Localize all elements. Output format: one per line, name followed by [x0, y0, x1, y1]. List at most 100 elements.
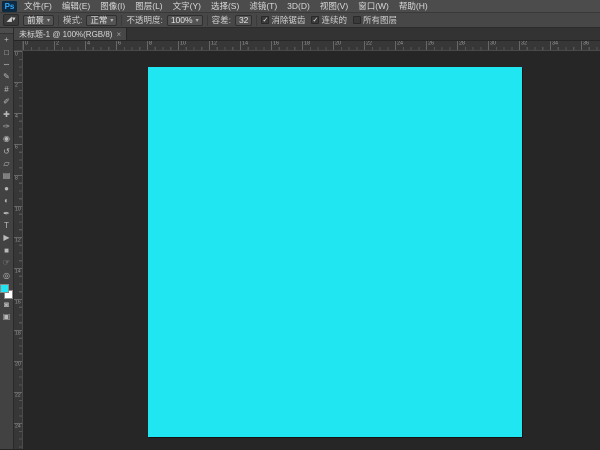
- ruler-number: 14: [242, 41, 249, 47]
- ruler-number: 16: [15, 300, 21, 306]
- quick-mask-button[interactable]: ◙: [0, 299, 13, 311]
- crop-tool-icon[interactable]: #: [0, 84, 13, 96]
- dodge-tool-icon[interactable]: ◐: [0, 195, 13, 207]
- ruler-number: 6: [15, 145, 18, 151]
- blend-mode-select[interactable]: 正常 ▾: [86, 14, 118, 26]
- tolerance-label: 容差:: [211, 15, 231, 25]
- fill-source-select[interactable]: 前景 ▾: [23, 14, 55, 26]
- type-tool-icon[interactable]: T: [0, 220, 13, 232]
- opacity-value: 100%: [170, 15, 193, 25]
- menu-item[interactable]: 编辑(E): [57, 0, 95, 13]
- tolerance-value: 32: [238, 15, 249, 25]
- ruler-number: 8: [15, 176, 18, 182]
- ruler-number: 12: [15, 238, 21, 244]
- ruler-number: 8: [149, 41, 153, 47]
- ruler-corner[interactable]: [14, 41, 23, 51]
- option-checkbox[interactable]: ✓ 连续的: [311, 14, 347, 26]
- document-tab[interactable]: 未标题-1 @ 100%(RGB/8) ×: [14, 28, 128, 40]
- horizontal-ruler[interactable]: 0 2 4 6 8 10 12 14 16 18 20 22 24 26 28 30 32 34 36: [23, 41, 600, 51]
- menu-item[interactable]: 文件(F): [19, 0, 57, 13]
- ruler-number: 10: [15, 207, 21, 213]
- separator: [256, 14, 258, 26]
- document-column: 未标题-1 @ 100%(RGB/8) × 0 2 4 6 8 10 12 14 16 18 20 2…: [14, 28, 600, 449]
- rectangle-tool-icon[interactable]: ■: [0, 245, 13, 257]
- ruler-number: 6: [118, 41, 122, 47]
- document-tab-bar: 未标题-1 @ 100%(RGB/8) ×: [14, 28, 600, 41]
- menu-item[interactable]: 图像(I): [95, 0, 130, 13]
- option-checkbox[interactable]: 所有图层: [352, 14, 397, 26]
- clone-stamp-tool-icon[interactable]: ◉: [0, 133, 13, 145]
- tool-list: + □ ∽ ✎ # ✐ ✚ ✑ ◉ ↺ ▱ ▤ ● ◐ ✒ T ▶ ■ ☞ ◎: [0, 34, 13, 282]
- chevron-down-icon: ▾: [47, 17, 51, 24]
- checkbox-label: 消除锯齿: [271, 15, 306, 25]
- ruler-number: 20: [335, 41, 342, 47]
- move-tool-icon[interactable]: +: [0, 34, 13, 46]
- ruler-number: 22: [15, 393, 21, 399]
- rectangular-marquee-tool-icon[interactable]: □: [0, 46, 13, 58]
- path-selection-tool-icon[interactable]: ▶: [0, 232, 13, 244]
- ruler-major-ticks: [23, 41, 600, 50]
- hand-tool-icon[interactable]: ☞: [0, 257, 13, 269]
- brush-tool-icon[interactable]: ✑: [0, 121, 13, 133]
- opacity-select[interactable]: 100% ▾: [166, 14, 203, 26]
- ruler-number: 10: [180, 41, 187, 47]
- ruler-number: 18: [15, 331, 21, 337]
- menu-items: 文件(F) 编辑(E) 图像(I) 图层(L) 文字(Y) 选择(S) 滤镜(T) 3D(D)…: [19, 0, 433, 13]
- history-brush-tool-icon[interactable]: ↺: [0, 146, 13, 158]
- quick-selection-tool-icon[interactable]: ✎: [0, 71, 13, 83]
- checkbox-checked-icon[interactable]: ✓: [261, 16, 270, 24]
- option-checkboxes: ✓ 消除锯齿 ✓ 连续的 所有图层: [261, 14, 397, 26]
- menu-item[interactable]: 文字(Y): [168, 0, 206, 13]
- checkbox-unchecked-icon[interactable]: [352, 16, 361, 24]
- checkbox-label: 所有图层: [362, 15, 397, 25]
- menu-item[interactable]: 图层(L): [130, 0, 167, 13]
- ruler-number: 36: [583, 41, 590, 47]
- close-icon[interactable]: ×: [116, 30, 121, 39]
- menu-item[interactable]: 选择(S): [206, 0, 244, 13]
- chevron-down-icon: ▾: [110, 17, 114, 24]
- menu-bar: Ps 文件(F) 编辑(E) 图像(I) 图层(L) 文字(Y) 选择(S) 滤镜(T) 3D…: [0, 0, 600, 13]
- menu-item[interactable]: 帮助(H): [394, 0, 433, 13]
- ruler-number: 22: [366, 41, 373, 47]
- zoom-tool-icon[interactable]: ◎: [0, 269, 13, 281]
- vertical-ruler[interactable]: 0 2 4 6 8 10 12 14 16 18 20 22 24: [14, 51, 23, 449]
- foreground-color-swatch[interactable]: [0, 283, 9, 293]
- menu-item[interactable]: 3D(D): [282, 0, 315, 13]
- option-checkbox[interactable]: ✓ 消除锯齿: [261, 14, 305, 26]
- lasso-tool-icon[interactable]: ∽: [0, 59, 13, 71]
- menu-item[interactable]: 视图(V): [315, 0, 353, 13]
- separator: [206, 14, 208, 26]
- pen-tool-icon[interactable]: ✒: [0, 207, 13, 219]
- document-tab-title: 未标题-1 @ 100%(RGB/8): [19, 29, 113, 39]
- tool-preset-arrow-icon: ▾: [11, 16, 16, 23]
- canvas[interactable]: [148, 67, 522, 437]
- ruler-major-ticks: [14, 51, 22, 449]
- gradient-tool-icon[interactable]: ▤: [0, 170, 13, 182]
- tools-panel: + □ ∽ ✎ # ✐ ✚ ✑ ◉ ↺ ▱ ▤ ● ◐ ✒ T ▶ ■ ☞ ◎ ◙ ▣: [0, 28, 14, 449]
- ruler-number: 24: [397, 41, 404, 47]
- tolerance-input[interactable]: 32: [234, 14, 253, 26]
- ruler-number: 2: [56, 41, 60, 47]
- menu-item[interactable]: 滤镜(T): [244, 0, 282, 13]
- ruler-number: 4: [87, 41, 91, 47]
- spot-healing-brush-tool-icon[interactable]: ✚: [0, 108, 13, 120]
- pasteboard[interactable]: [23, 51, 600, 449]
- blur-tool-icon[interactable]: ●: [0, 183, 13, 195]
- ruler-number: 32: [521, 41, 528, 47]
- workspace: + □ ∽ ✎ # ✐ ✚ ✑ ◉ ↺ ▱ ▤ ● ◐ ✒ T ▶ ■ ☞ ◎ ◙ ▣ 未标题-1 @ 100%(RG…: [0, 28, 600, 449]
- color-swatches: [0, 283, 13, 299]
- eyedropper-tool-icon[interactable]: ✐: [0, 96, 13, 108]
- checkbox-checked-icon[interactable]: ✓: [311, 16, 320, 24]
- paint-bucket-tool-icon[interactable]: ◢▾: [3, 14, 19, 26]
- ruler-number: 20: [15, 362, 21, 368]
- ruler-number: 4: [15, 114, 18, 120]
- screen-mode-button[interactable]: ▣: [0, 311, 13, 323]
- menu-item[interactable]: 窗口(W): [353, 0, 394, 13]
- chevron-down-icon: ▾: [195, 17, 199, 24]
- ruler-number: 28: [459, 41, 466, 47]
- ruler-number: 16: [273, 41, 280, 47]
- eraser-tool-icon[interactable]: ▱: [0, 158, 13, 170]
- opacity-label: 不透明度:: [126, 15, 163, 25]
- ruler-number: 34: [552, 41, 559, 47]
- photoshop-logo: Ps: [2, 0, 17, 12]
